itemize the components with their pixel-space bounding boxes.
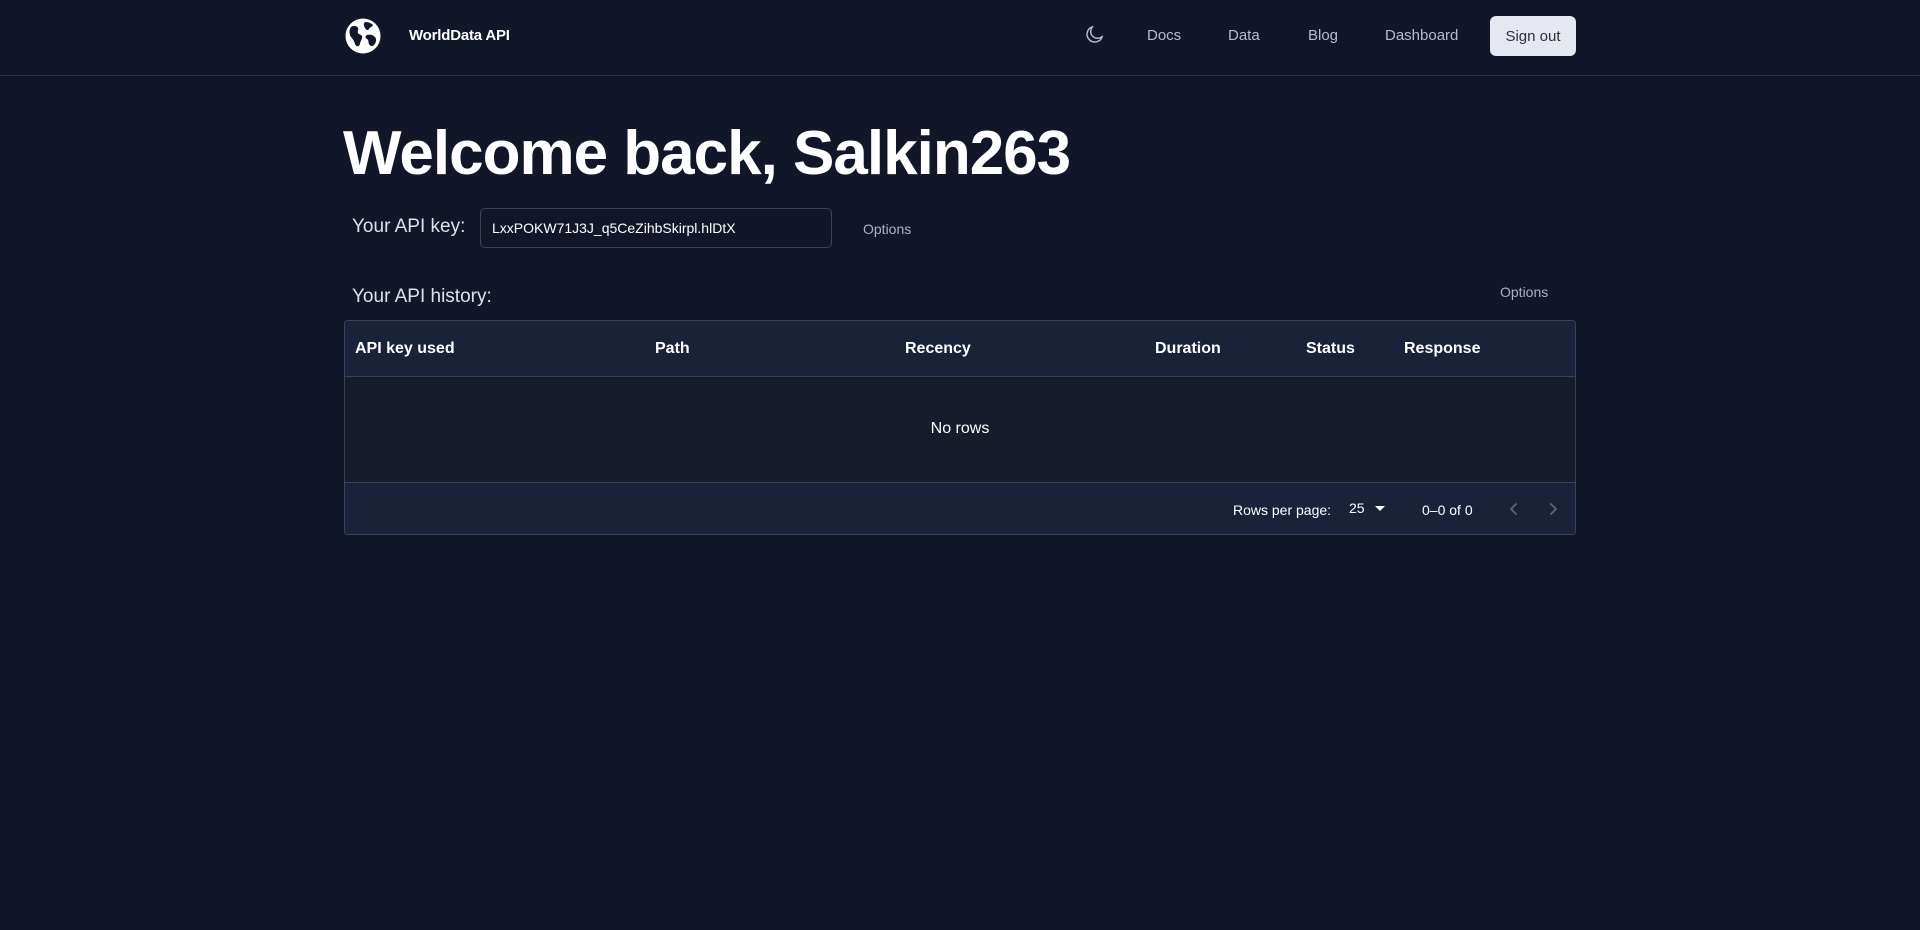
api-history-options-button[interactable]: Options xyxy=(1500,284,1548,300)
nav-dashboard[interactable]: Dashboard xyxy=(1385,27,1458,44)
column-header-path[interactable]: Path xyxy=(655,340,690,358)
chevron-left-icon[interactable] xyxy=(1504,499,1524,519)
column-header-response[interactable]: Response xyxy=(1404,340,1480,358)
column-header-status[interactable]: Status xyxy=(1306,340,1355,358)
moon-icon[interactable] xyxy=(1084,23,1106,45)
brand-name[interactable]: WorldData API xyxy=(409,27,510,44)
api-key-label: Your API key: xyxy=(352,216,466,237)
pagination-range: 0–0 of 0 xyxy=(1422,502,1473,518)
sign-out-button[interactable]: Sign out xyxy=(1490,16,1576,56)
top-navbar: WorldData API Docs Data Blog Dashboard S… xyxy=(0,0,1920,76)
nav-data[interactable]: Data xyxy=(1228,27,1260,44)
api-key-field[interactable] xyxy=(480,208,832,248)
table-pagination: Rows per page: 25 0–0 of 0 xyxy=(345,482,1575,534)
api-history-table: API key used Path Recency Duration Statu… xyxy=(344,320,1576,535)
table-header-row: API key used Path Recency Duration Statu… xyxy=(345,321,1575,377)
column-header-recency[interactable]: Recency xyxy=(905,340,971,358)
chevron-right-icon[interactable] xyxy=(1543,499,1563,519)
api-history-label: Your API history: xyxy=(352,286,492,307)
globe-icon[interactable] xyxy=(344,17,382,55)
nav-docs[interactable]: Docs xyxy=(1147,27,1181,44)
column-header-duration[interactable]: Duration xyxy=(1155,340,1221,358)
nav-blog[interactable]: Blog xyxy=(1308,27,1338,44)
empty-message: No rows xyxy=(930,420,990,437)
column-header-api-key[interactable]: API key used xyxy=(355,340,455,358)
api-key-options-button[interactable]: Options xyxy=(863,221,911,237)
page-title: Welcome back, Salkin263 xyxy=(343,119,1071,188)
rows-per-page-label: Rows per page: xyxy=(1233,502,1332,518)
caret-down-icon[interactable] xyxy=(1375,506,1385,511)
